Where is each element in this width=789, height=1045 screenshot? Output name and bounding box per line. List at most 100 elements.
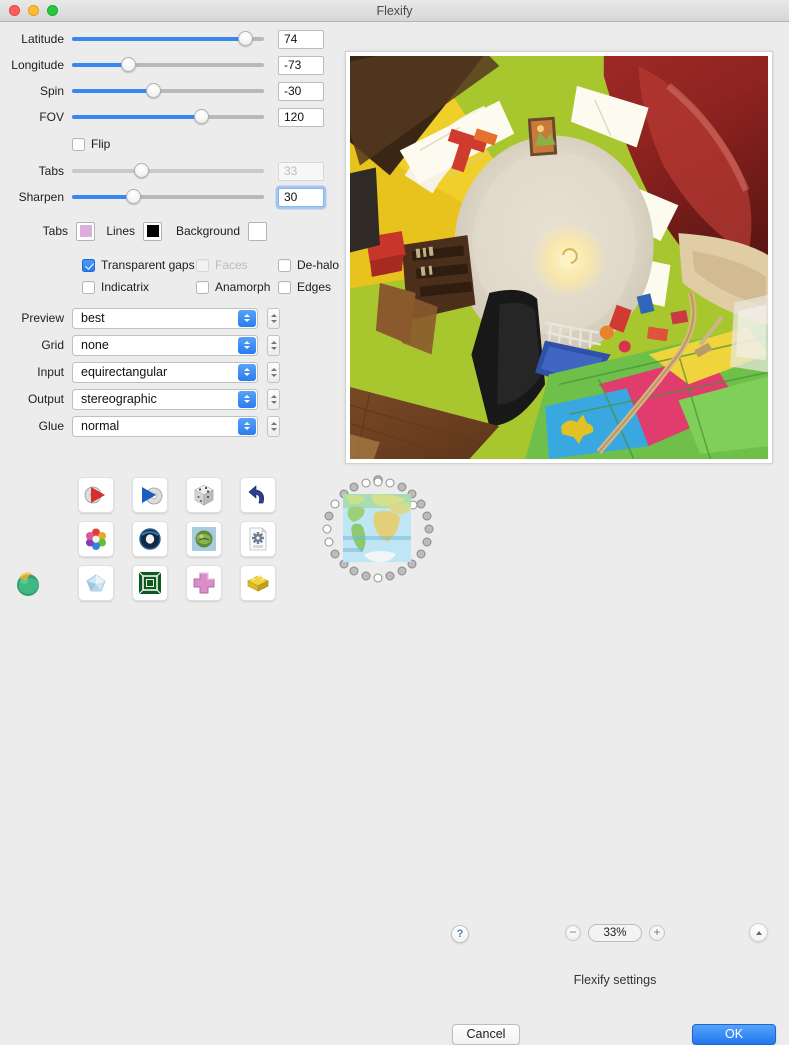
zoom-value-field[interactable]: 33%	[588, 924, 642, 942]
chevron-up-icon	[755, 930, 762, 935]
globe-photo-icon-button[interactable]	[186, 521, 222, 557]
pink-cross-icon-button[interactable]	[186, 565, 222, 601]
checkbox-label: Flip	[91, 137, 111, 151]
slider-label-latitude: Latitude	[21, 32, 64, 46]
checkbox-box[interactable]	[72, 137, 85, 151]
zoom-out-button[interactable]: −	[565, 925, 581, 941]
flexify-app-icon[interactable]	[12, 566, 46, 600]
swatch-lines[interactable]	[143, 221, 162, 241]
stepper-output[interactable]	[267, 388, 280, 410]
select-value: equirectangular	[81, 365, 168, 379]
dark-torus-icon	[139, 528, 161, 550]
ok-button[interactable]: OK	[692, 1024, 776, 1045]
dark-torus-icon-button[interactable]	[132, 521, 168, 557]
stepper-preview[interactable]	[267, 307, 280, 329]
swatch-row: Tabs Lines Background	[0, 220, 340, 242]
chevron-updown-icon[interactable]	[238, 390, 256, 408]
checkbox-anamorph[interactable]: Anamorph	[196, 280, 278, 294]
stepper-input[interactable]	[267, 361, 280, 383]
preview-panel	[345, 51, 773, 464]
swatch-color	[251, 225, 264, 237]
slider-fov[interactable]	[72, 108, 264, 126]
checkbox-box[interactable]	[278, 258, 291, 272]
undo-arrow-icon-button[interactable]	[240, 477, 276, 513]
select-output[interactable]: stereographic	[72, 388, 258, 410]
slider-sharpen[interactable]	[72, 188, 264, 206]
dice-cube-icon-button[interactable]	[186, 477, 222, 513]
select-preview[interactable]: best	[72, 307, 258, 329]
blue-arrow-disc-icon-button[interactable]	[132, 477, 168, 513]
select-glue[interactable]: normal	[72, 415, 258, 437]
slider-row-fov: FOV 120	[0, 106, 340, 128]
swatch-tabs[interactable]	[76, 221, 95, 241]
value-sharpen[interactable]: 30	[278, 187, 324, 207]
select-value: normal	[81, 419, 120, 433]
window-title: Flexify	[376, 3, 413, 18]
slider-longitude[interactable]	[72, 56, 264, 74]
chevron-updown-icon[interactable]	[238, 417, 256, 435]
checkbox-de-halo[interactable]: De-halo	[278, 258, 339, 272]
select-row-output: Output stereographic	[0, 388, 340, 410]
value-fov[interactable]: 120	[278, 107, 324, 127]
swatch-label-lines: Lines	[106, 224, 135, 238]
checkbox-box[interactable]	[278, 280, 291, 294]
stereographic-preview-image[interactable]	[350, 56, 768, 459]
stepper-glue[interactable]	[267, 415, 280, 437]
pink-cross-icon	[193, 572, 215, 594]
checkbox-transparent-gaps[interactable]: Transparent gaps	[82, 258, 196, 272]
color-wheel-flower-icon-button[interactable]	[78, 521, 114, 557]
slider-thumb[interactable]	[145, 83, 161, 98]
zoom-controls: − 33% +	[565, 924, 665, 942]
checkbox-flip[interactable]: Flip	[72, 137, 110, 151]
slider-row-spin: Spin -30	[0, 80, 340, 102]
flexify-window: Flexify Latitude 74 Longitude -73 Spin -…	[0, 0, 789, 1045]
cancel-button[interactable]: Cancel	[452, 1024, 520, 1045]
checkbox-indicatrix[interactable]: Indicatrix	[82, 280, 196, 294]
help-button[interactable]: ?	[451, 925, 469, 943]
swatch-label-tabs: Tabs	[42, 224, 68, 238]
disclosure-button[interactable]	[749, 923, 768, 942]
swatch-background[interactable]	[248, 221, 267, 241]
document-gear-icon-button[interactable]	[240, 521, 276, 557]
slider-thumb[interactable]	[193, 109, 209, 124]
value-spin[interactable]: -30	[278, 81, 324, 101]
yellow-brick-icon-button[interactable]	[240, 565, 276, 601]
slider-spin[interactable]	[72, 82, 264, 100]
slider-thumb[interactable]	[120, 57, 136, 72]
value-tabs[interactable]: 33	[278, 161, 324, 181]
select-grid[interactable]: none	[72, 334, 258, 356]
chevron-updown-icon[interactable]	[238, 336, 256, 354]
select-input[interactable]: equirectangular	[72, 361, 258, 383]
pentagon-crystal-icon-button[interactable]	[78, 565, 114, 601]
stepper-grid[interactable]	[267, 334, 280, 356]
checkbox-box[interactable]	[82, 258, 95, 272]
select-label-input: Input	[37, 365, 64, 379]
color-wheel-flower-icon	[86, 528, 106, 550]
value-latitude[interactable]: 74	[278, 29, 324, 49]
titlebar: Flexify	[0, 0, 789, 22]
blue-arrow-disc-icon	[142, 487, 163, 505]
preset-icon-grid	[78, 477, 294, 609]
slider-thumb[interactable]	[237, 31, 253, 46]
world-map-thumbnail[interactable]	[316, 474, 440, 590]
document-gear-icon	[249, 527, 267, 551]
value-longitude[interactable]: -73	[278, 55, 324, 75]
red-arrow-disc-icon	[84, 486, 105, 504]
red-arrow-disc-icon-button[interactable]	[78, 477, 114, 513]
green-square-frame-icon-button[interactable]	[132, 565, 168, 601]
slider-row-latitude: Latitude 74	[0, 28, 340, 50]
checkbox-edges[interactable]: Edges	[278, 280, 331, 294]
chevron-updown-icon[interactable]	[238, 363, 256, 381]
yellow-brick-icon	[247, 575, 269, 592]
slider-tabs[interactable]	[72, 162, 264, 180]
slider-thumb[interactable]	[134, 163, 150, 178]
slider-thumb[interactable]	[126, 189, 142, 204]
dice-cube-icon	[194, 484, 214, 506]
green-square-frame-icon	[138, 571, 162, 595]
zoom-in-button[interactable]: +	[649, 925, 665, 941]
chevron-updown-icon[interactable]	[238, 309, 256, 327]
slider-latitude[interactable]	[72, 30, 264, 48]
checkbox-box[interactable]	[196, 280, 209, 294]
select-label-grid: Grid	[41, 338, 64, 352]
checkbox-box[interactable]	[82, 280, 95, 294]
